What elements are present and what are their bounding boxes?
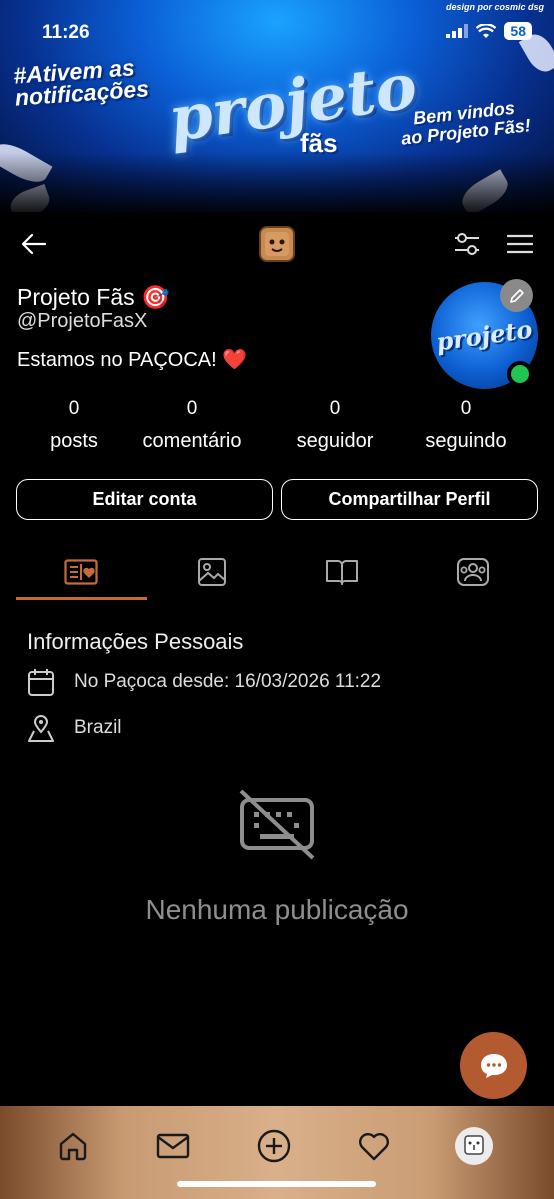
tab-about[interactable] bbox=[16, 552, 146, 592]
heart-icon bbox=[359, 1133, 389, 1161]
joined-date: No Paçoca desde: 16/03/2026 11:22 bbox=[74, 671, 382, 692]
home-indicator bbox=[177, 1181, 376, 1187]
active-tab-indicator bbox=[16, 597, 147, 600]
edit-account-button[interactable]: Editar conta bbox=[16, 479, 273, 520]
wifi-icon bbox=[476, 23, 497, 38]
stat-posts-value: 0 bbox=[68, 398, 80, 419]
stat-comments[interactable]: 0 comentário bbox=[132, 398, 252, 453]
leaf-decoration bbox=[6, 183, 54, 212]
keyboard-off-icon bbox=[239, 789, 315, 860]
pacoca-logo[interactable] bbox=[259, 226, 295, 262]
arrow-left-icon bbox=[21, 233, 47, 255]
menu-button[interactable] bbox=[504, 228, 536, 260]
stat-posts-label: posts bbox=[50, 430, 98, 452]
banner-logo-sub: fãs bbox=[300, 128, 338, 158]
banner-text-left: #Ativem as notificações bbox=[12, 54, 150, 111]
calendar-icon bbox=[28, 669, 54, 696]
mascot-face-icon bbox=[265, 232, 289, 256]
image-icon bbox=[198, 558, 226, 586]
design-credit: design por cosmic dsg bbox=[445, 2, 544, 12]
location-row: Brazil bbox=[27, 713, 122, 743]
mail-icon bbox=[156, 1133, 190, 1159]
status-icons: 58 bbox=[446, 22, 532, 40]
nav-home[interactable] bbox=[51, 1124, 95, 1168]
nav-profile[interactable] bbox=[452, 1124, 496, 1168]
chat-bubble-icon bbox=[480, 1053, 507, 1078]
home-icon bbox=[59, 1132, 87, 1161]
stat-following-value: 0 bbox=[460, 398, 472, 419]
tab-media[interactable] bbox=[147, 552, 277, 592]
nav-favorites[interactable] bbox=[352, 1124, 396, 1168]
leaf-decoration bbox=[0, 136, 53, 190]
location-text: Brazil bbox=[74, 717, 122, 738]
back-button[interactable] bbox=[18, 228, 50, 260]
edit-avatar-button[interactable] bbox=[500, 279, 533, 312]
section-title: Informações Pessoais bbox=[27, 629, 244, 654]
sliders-icon bbox=[455, 233, 479, 255]
tab-communities[interactable] bbox=[408, 552, 538, 592]
profile-avatar-icon bbox=[455, 1127, 493, 1165]
leaf-decoration bbox=[456, 169, 514, 212]
nav-messages[interactable] bbox=[151, 1124, 195, 1168]
banner-logo: projeto bbox=[164, 49, 422, 156]
signal-icon bbox=[446, 24, 469, 38]
joined-row: No Paçoca desde: 16/03/2026 11:22 bbox=[27, 667, 381, 697]
map-pin-icon bbox=[28, 715, 54, 742]
stat-comments-value: 0 bbox=[186, 398, 198, 419]
pencil-icon bbox=[509, 288, 524, 303]
avatar-logo-text: projeto bbox=[434, 314, 535, 357]
group-icon bbox=[457, 558, 489, 586]
stat-following-label: seguindo bbox=[425, 430, 507, 452]
tab-reads[interactable] bbox=[277, 552, 407, 592]
nav-create[interactable] bbox=[252, 1124, 296, 1168]
stat-followers-value: 0 bbox=[329, 398, 341, 419]
empty-state-icon-wrap bbox=[238, 788, 316, 865]
profile-bio: Estamos no PAÇOCA! ❤️ bbox=[17, 349, 248, 371]
battery-indicator: 58 bbox=[504, 22, 532, 40]
online-status-indicator bbox=[507, 361, 533, 387]
share-profile-button[interactable]: Compartilhar Perfil bbox=[281, 479, 538, 520]
profile-card-icon bbox=[64, 559, 98, 585]
status-time: 11:26 bbox=[42, 22, 90, 43]
stat-following[interactable]: 0 seguindo bbox=[416, 398, 516, 453]
stat-posts[interactable]: 0 posts bbox=[34, 398, 114, 453]
plus-circle-icon bbox=[257, 1129, 291, 1163]
hamburger-icon bbox=[507, 234, 533, 254]
profile-name: Projeto Fãs 🎯 bbox=[17, 284, 170, 310]
filter-button[interactable] bbox=[450, 228, 484, 260]
stat-followers-label: seguidor bbox=[296, 430, 374, 452]
book-open-icon bbox=[326, 560, 358, 585]
stat-comments-label: comentário bbox=[142, 430, 242, 452]
chat-fab-button[interactable] bbox=[460, 1032, 527, 1099]
profile-handle: @ProjetoFasX bbox=[17, 310, 148, 332]
empty-state-text: Nenhuma publicação bbox=[145, 894, 409, 925]
stat-followers[interactable]: 0 seguidor bbox=[285, 398, 385, 453]
